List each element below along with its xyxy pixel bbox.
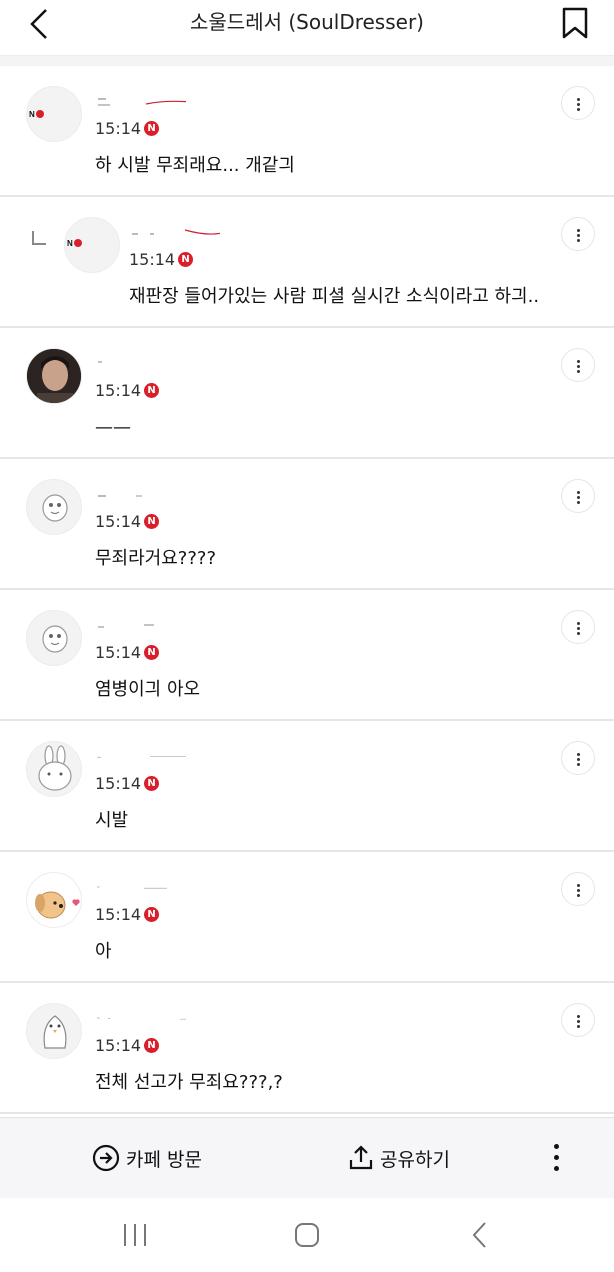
more-options-button[interactable] (561, 610, 595, 644)
more-options-button[interactable] (561, 86, 595, 120)
header-divider (0, 56, 614, 66)
comment-text: 무죄라거요???? (95, 548, 217, 569)
svg-text:N: N (67, 239, 73, 248)
new-badge: N (144, 121, 160, 136)
avatar[interactable]: N (26, 86, 82, 142)
avatar[interactable]: N (64, 217, 120, 273)
recent-apps-icon[interactable] (124, 1224, 146, 1246)
avatar[interactable] (26, 610, 82, 666)
comment-item: 15:14 N —— (0, 328, 614, 459)
bottom-action-bar: 카페 방문 공유하기 (0, 1117, 614, 1198)
comment-time: 15:14 N (95, 1036, 160, 1055)
new-badge: N (144, 907, 160, 922)
time-text: 15:14 (129, 250, 176, 269)
time-text: 15:14 (95, 1036, 142, 1055)
author-name-redacted (97, 886, 167, 889)
comment-time: 15:14 N (95, 905, 160, 924)
comment-time: 15:14 N (95, 381, 160, 400)
share-label: 공유하기 (380, 1148, 450, 1171)
new-badge: N (144, 1038, 160, 1053)
comment-item: N 15:14 N 하 시발 무죄래요... 개같긔 (0, 66, 614, 197)
home-icon[interactable] (295, 1223, 319, 1247)
author-name-redacted (97, 756, 186, 758)
page-title: 소울드레서 (SoulDresser) (190, 10, 424, 34)
author-name-redacted (98, 98, 186, 106)
cartoon-avatar-icon (42, 494, 68, 522)
time-text: 15:14 (95, 643, 142, 662)
comment-text: 염병이긔 아오 (95, 679, 201, 700)
comment-item: 15:14 N 시발 (0, 721, 614, 852)
comment-time: 15:14 N (95, 643, 160, 662)
new-badge: N (144, 383, 160, 398)
comment-item: 15:14 N 아 (0, 852, 614, 983)
comment-item: 15:14 N 전체 선고가 무죄요???,? (0, 983, 614, 1114)
more-options-button[interactable] (561, 217, 595, 251)
no-logo-icon: N (29, 110, 44, 119)
more-options-button[interactable] (561, 872, 595, 906)
comment-time: 15:14 N (129, 250, 194, 269)
app-header: 소울드레서 (SoulDresser) (0, 0, 614, 56)
more-options-button[interactable] (561, 479, 595, 513)
visit-cafe-label: 카페 방문 (126, 1148, 202, 1171)
no-logo-icon: N (67, 239, 82, 248)
avatar[interactable] (26, 872, 82, 928)
dog-avatar-icon (35, 891, 80, 919)
comment-item: 15:14 N 염병이긔 아오 (0, 590, 614, 721)
comment-text: 아 (95, 941, 112, 962)
arrow-circle-right-icon (92, 1144, 120, 1172)
comment-text: 하 시발 무죄래요... 개같긔 (95, 155, 295, 176)
avatar[interactable] (26, 741, 82, 797)
cartoon-avatar-icon (42, 625, 68, 653)
more-options-button[interactable] (561, 741, 595, 775)
rabbit-avatar-icon (38, 745, 72, 791)
back-nav-icon[interactable] (472, 1222, 486, 1248)
time-text: 15:14 (95, 512, 142, 531)
time-text: 15:14 (95, 905, 142, 924)
kebab-menu-icon[interactable] (548, 1142, 564, 1174)
author-name-redacted (98, 495, 142, 497)
new-badge: N (144, 645, 160, 660)
system-nav-icons (124, 1222, 486, 1248)
comment-text: 재판장 들어가있는 사람 피셜 실시간 소식이라고 하긔.. (129, 286, 540, 307)
time-text: 15:14 (95, 381, 142, 400)
more-options-button[interactable] (561, 1003, 595, 1037)
time-text: 15:14 (95, 119, 142, 138)
svg-text:N: N (29, 110, 35, 119)
avatar[interactable] (26, 348, 82, 404)
author-name-redacted (98, 361, 102, 363)
comment-text: 시발 (95, 810, 129, 831)
visit-cafe-button[interactable]: 카페 방문 (92, 1144, 202, 1172)
comment-time: 15:14 N (95, 512, 160, 531)
comment-text: —— (95, 417, 131, 438)
bookmark-icon[interactable] (560, 5, 590, 41)
new-badge: N (144, 514, 160, 529)
comment-text: 전체 선고가 무죄요???,? (95, 1072, 283, 1093)
avatar[interactable] (26, 479, 82, 535)
comment-item: 15:14 N 무죄라거요???? (0, 459, 614, 590)
penguin-avatar-icon (43, 1015, 67, 1049)
new-badge: N (144, 776, 160, 791)
author-name-redacted (132, 229, 220, 235)
profile-photo (27, 349, 81, 403)
time-text: 15:14 (95, 774, 142, 793)
comment-item: N 15:14 N 재판장 들어가있는 사람 피셜 실시간 소식이라고 하긔.. (0, 197, 614, 328)
avatar[interactable] (26, 1003, 82, 1059)
author-name-redacted (97, 1017, 186, 1020)
comment-time: 15:14 N (95, 774, 160, 793)
more-options-button[interactable] (561, 348, 595, 382)
comment-time: 15:14 N (95, 119, 160, 138)
share-button[interactable]: 공유하기 (348, 1144, 450, 1172)
system-navigation-bar (0, 1198, 614, 1268)
share-upload-icon (349, 1145, 373, 1170)
reply-indicator-icon (32, 231, 46, 245)
author-name-redacted (98, 624, 154, 628)
comment-list: N 15:14 N 하 시발 무죄래요... 개같긔 N 15:14 N 재판장… (0, 66, 614, 1114)
new-badge: N (178, 252, 194, 267)
